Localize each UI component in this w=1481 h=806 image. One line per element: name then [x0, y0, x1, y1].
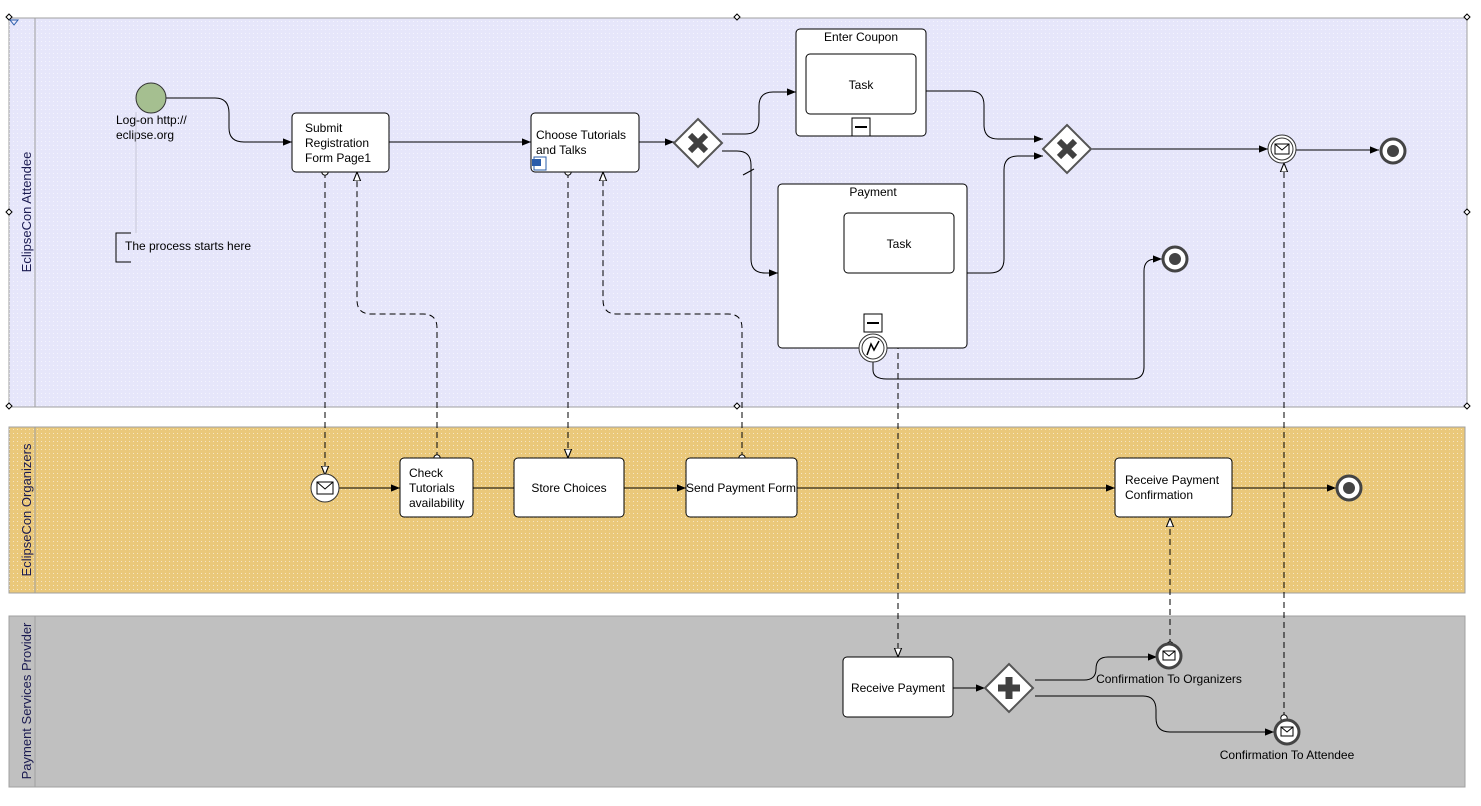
collapse-icon[interactable]: [851, 117, 871, 137]
subprocess-enter-coupon[interactable]: Enter Coupon Task: [795, 28, 927, 137]
task-choose-tutorials[interactable]: Choose Tutorials and Talks: [530, 112, 640, 173]
task-label: availability: [409, 496, 464, 510]
end-event-icon[interactable]: [1161, 245, 1189, 273]
lane-title: EclipseCon Organizers: [19, 443, 34, 576]
task-check-tutorials[interactable]: Check Tutorials availability: [399, 457, 474, 518]
task-label: and Talks: [536, 143, 586, 157]
message-end-event-organizers[interactable]: [1155, 642, 1183, 670]
lane-title: EclipseCon Attendee: [19, 152, 34, 273]
task-label: Confirmation: [1125, 488, 1193, 502]
word-document-icon[interactable]: [532, 156, 547, 171]
message-icon: [1274, 143, 1290, 155]
task-label: Send Payment Form: [686, 481, 796, 495]
message-intermediate-event[interactable]: [1267, 134, 1297, 164]
lane-title: Payment Services Provider: [19, 622, 34, 779]
task-label: Registration: [305, 136, 369, 150]
task-receive-payment-confirmation[interactable]: Receive Payment Confirmation: [1114, 457, 1233, 518]
subprocess-title: Payment: [849, 185, 897, 199]
task-label: Receive Payment: [1125, 473, 1220, 487]
end-event-icon[interactable]: [1379, 137, 1407, 165]
message-icon: [316, 481, 334, 495]
task-send-payment-form[interactable]: Send Payment Form: [685, 457, 798, 518]
start-event-label: eclipse.org: [116, 128, 174, 142]
task-label: Submit: [305, 121, 343, 135]
task-submit-registration[interactable]: Submit Registration Form Page1: [291, 112, 390, 173]
message-start-event[interactable]: [310, 473, 340, 503]
collapse-icon[interactable]: [863, 313, 883, 333]
event-label: Confirmation To Attendee: [1220, 748, 1355, 762]
error-event-icon[interactable]: [858, 333, 888, 363]
bpmn-diagram: EclipseCon Attendee EclipseCon Organizer…: [5, 13, 1471, 788]
lane-attendee[interactable]: EclipseCon Attendee: [8, 17, 1468, 408]
task-label: Store Choices: [531, 481, 606, 495]
subprocess-title: Enter Coupon: [824, 30, 898, 44]
task-label: Check: [409, 466, 444, 480]
task-label: Tutorials: [409, 481, 455, 495]
annotation-text: The process starts here: [125, 239, 251, 253]
task-label: Task: [887, 237, 913, 251]
task-receive-payment[interactable]: Receive Payment: [842, 656, 954, 718]
task-label: Form Page1: [305, 151, 371, 165]
message-icon: [1162, 650, 1176, 661]
start-event-label: Log-on http://: [116, 113, 187, 127]
message-end-event-attendee[interactable]: [1273, 718, 1301, 746]
task-label: Choose Tutorials: [536, 128, 626, 142]
task-label: Task: [849, 78, 875, 92]
task-label: Receive Payment: [851, 681, 946, 695]
start-event-log-on[interactable]: [135, 82, 167, 114]
event-label: Confirmation To Organizers: [1096, 672, 1242, 686]
task-store-choices[interactable]: Store Choices: [513, 457, 625, 518]
message-icon: [1280, 726, 1294, 737]
end-event-icon[interactable]: [1335, 474, 1363, 502]
subprocess-payment[interactable]: Payment Task: [777, 183, 968, 349]
